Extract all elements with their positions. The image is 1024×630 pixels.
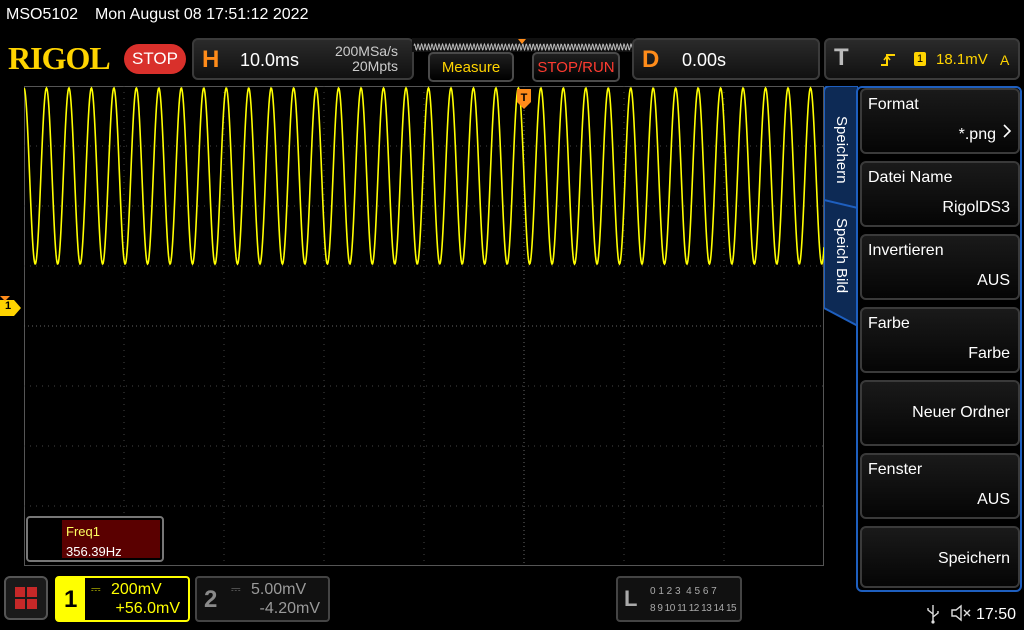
measurement-box[interactable]: Freq1 356.39Hz (26, 516, 164, 562)
measurement-label: Freq1 (66, 524, 100, 539)
model-name: MSO5102 (6, 6, 79, 23)
trigger-panel[interactable]: T 1 18.1mV A (824, 38, 1020, 80)
delay-value: 0.00s (682, 50, 727, 70)
ch2-number: 2 (204, 586, 218, 613)
menu-format-title: Format (868, 96, 919, 113)
brand-logo: RIGOL (8, 40, 111, 76)
dc-coupling-icon: ⎓ (91, 582, 101, 596)
menu-format-value: *.png (958, 126, 996, 143)
svg-text:T: T (521, 92, 528, 104)
logic-letter: L (624, 586, 638, 611)
grid-menu-icon (15, 587, 37, 609)
system-clock: 17:50 (976, 606, 1017, 623)
logic-panel[interactable]: L 0 1 2 3 4 5 6 7 8 9 10 11 12 13 14 15 (616, 576, 742, 622)
menu-fenster[interactable]: Fenster AUS (860, 453, 1020, 519)
graticule (24, 86, 824, 566)
menu-invertieren-value: AUS (977, 272, 1010, 289)
chevron-right-icon (1003, 124, 1012, 138)
menu-datei-name-value: RigolDS3 (942, 199, 1010, 216)
side-tab-speichern[interactable]: Speichern (824, 116, 858, 184)
menu-neuer-ordner[interactable]: Neuer Ordner (860, 380, 1020, 446)
trigger-level: 18.1mV (936, 51, 988, 68)
logic-channels-row1: 0 1 2 3 4 5 6 7 (650, 586, 717, 597)
timebase-value: 10.0ms (240, 50, 300, 70)
side-tab-panel: Speichern Speich Bild (824, 86, 858, 326)
logic-channels-row2: 8 9 10 11 12 13 14 15 (650, 603, 737, 614)
trigger-letter: T (834, 44, 849, 71)
delay-panel[interactable]: D 0.00s (632, 38, 820, 80)
status-bar: MSO5102 Mon August 08 17:51:12 2022 (6, 6, 308, 24)
datetime: Mon August 08 17:51:12 2022 (94, 6, 309, 23)
ch1-panel[interactable]: 1 ⎓ 200mV +56.0mV (55, 576, 190, 622)
dc-coupling-icon: ⎓ (231, 582, 241, 596)
trigger-level-marker (0, 296, 10, 301)
ch1-scale: 200mV (111, 581, 162, 598)
waveform-display[interactable] (24, 86, 824, 566)
menu-fenster-value: AUS (977, 491, 1010, 508)
ch2-scale: 5.00mV (251, 581, 307, 598)
ch1-offset: +56.0mV (115, 600, 180, 617)
ch2-panel[interactable]: 2 ⎓ 5.00mV -4.20mV (195, 576, 330, 622)
ch1-number: 1 (64, 586, 78, 613)
menu-speichern-label: Speichern (937, 550, 1010, 567)
usb-icon (927, 605, 939, 624)
trigger-source-badge: 1 (914, 52, 926, 66)
side-tab-speich-bild[interactable]: Speich Bild (824, 218, 858, 293)
horizontal-panel[interactable]: H 10.0ms 200MSa/s 20Mpts (192, 38, 414, 80)
memory-depth: 20Mpts (352, 58, 398, 74)
sample-rate: 200MSa/s (334, 43, 398, 59)
horizontal-letter: H (202, 46, 220, 73)
rising-edge-icon (881, 54, 895, 66)
menu-format[interactable]: Format *.png (860, 88, 1020, 154)
ch2-offset: -4.20mV (259, 600, 320, 617)
menu-farbe-title: Farbe (868, 315, 910, 332)
measurement-value: 356.39Hz (66, 544, 122, 559)
menu-neuer-ordner-label: Neuer Ordner (912, 404, 1010, 421)
delay-letter: D (642, 46, 660, 73)
menu-farbe-value: Farbe (968, 345, 1010, 362)
measure-button[interactable]: Measure (428, 52, 514, 82)
stop-run-button[interactable]: STOP/RUN (532, 52, 620, 82)
menu-invertieren-title: Invertieren (868, 242, 944, 259)
menu-datei-name[interactable]: Datei Name RigolDS3 (860, 161, 1020, 227)
trigger-mode: A (1000, 52, 1010, 68)
run-state-badge[interactable]: STOP (124, 44, 186, 74)
waveform-overview-strip (412, 38, 634, 52)
trigger-position-icon: T (517, 89, 531, 109)
menu-speichern[interactable]: Speichern (860, 526, 1020, 588)
menu-invertieren[interactable]: Invertieren AUS (860, 234, 1020, 300)
menu-fenster-title: Fenster (868, 461, 923, 478)
menu-datei-name-title: Datei Name (868, 169, 953, 186)
menu-farbe[interactable]: Farbe Farbe (860, 307, 1020, 373)
speaker-muted-icon[interactable] (950, 604, 972, 622)
home-button[interactable] (4, 576, 48, 620)
